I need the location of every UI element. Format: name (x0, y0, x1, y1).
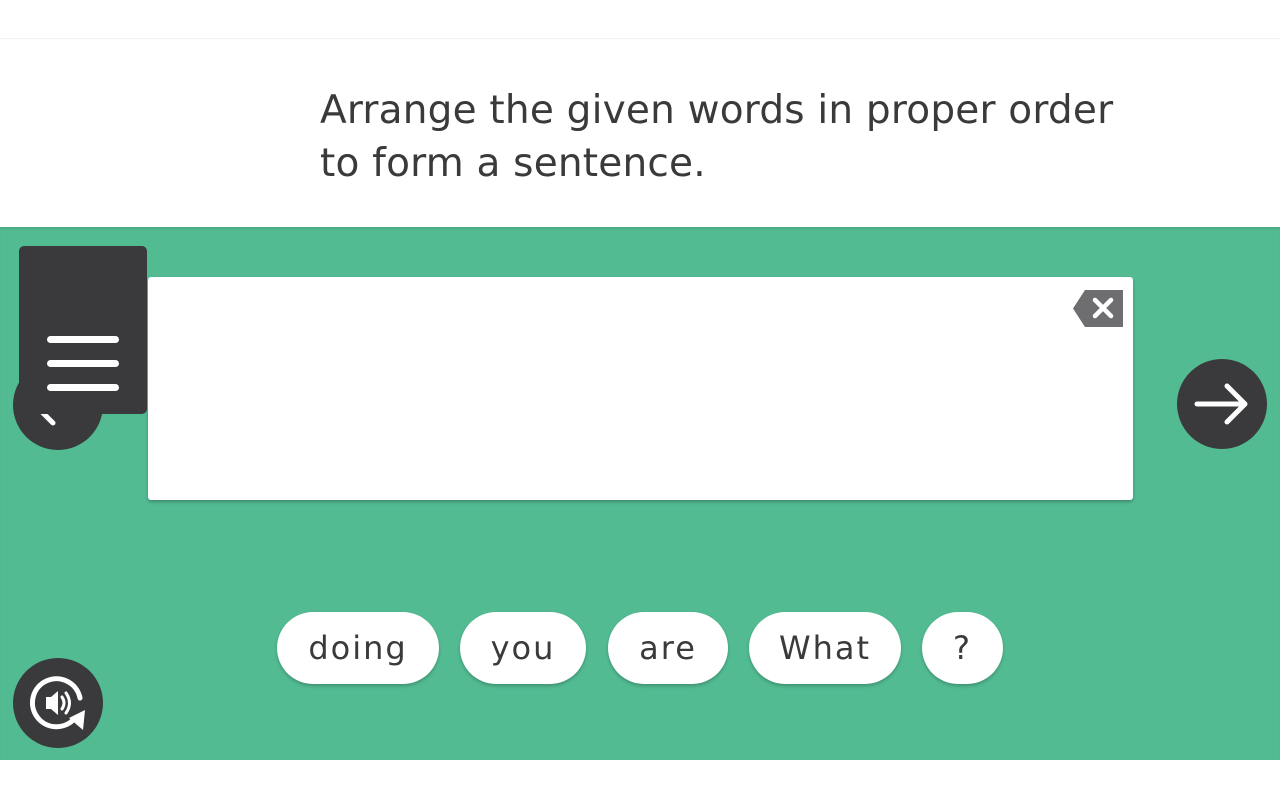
answer-box[interactable] (148, 277, 1133, 500)
word-chip[interactable]: you (460, 612, 586, 684)
word-chip[interactable]: doing (277, 612, 439, 684)
word-chip[interactable]: What (749, 612, 901, 684)
next-button[interactable] (1177, 359, 1267, 449)
arrow-right-icon (1194, 383, 1248, 425)
word-chip[interactable]: ? (922, 612, 1003, 684)
word-chip[interactable]: are (608, 612, 728, 684)
backspace-icon (1073, 290, 1123, 327)
replay-audio-icon (30, 676, 85, 730)
hamburger-menu-icon (47, 336, 119, 391)
replay-audio-button[interactable] (13, 658, 103, 748)
instruction-text: Arrange the given words in proper order … (320, 88, 1114, 186)
clear-answer-button[interactable] (1073, 290, 1123, 327)
menu-button[interactable] (19, 246, 147, 414)
top-bar (0, 0, 1280, 39)
